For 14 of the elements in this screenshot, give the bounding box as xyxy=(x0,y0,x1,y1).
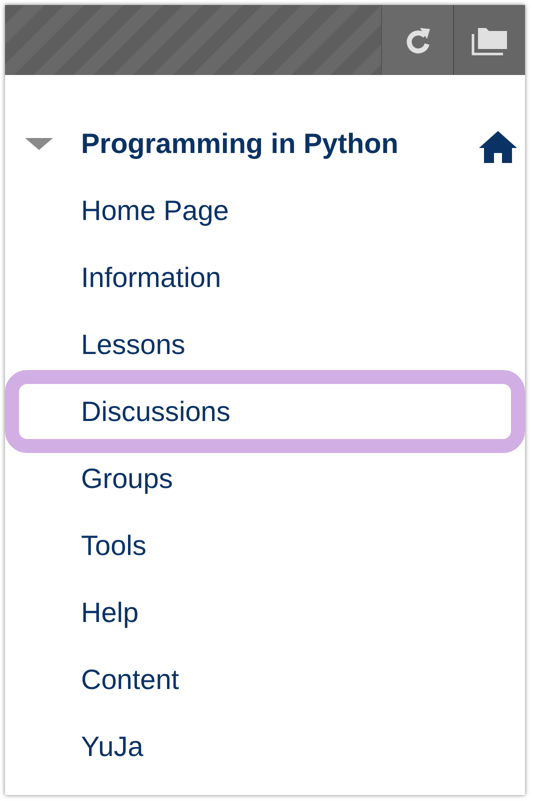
refresh-button[interactable] xyxy=(381,5,453,75)
menu-link[interactable]: Help xyxy=(81,596,139,630)
menu-link[interactable]: Discussions xyxy=(5,370,525,453)
menu-link[interactable]: Tools xyxy=(81,528,146,562)
menu-link[interactable]: Groups xyxy=(81,462,173,496)
folder-button[interactable] xyxy=(453,5,525,75)
menu-link[interactable]: Information xyxy=(81,260,222,294)
menu-link[interactable]: Home Page xyxy=(81,194,229,228)
home-icon[interactable] xyxy=(479,130,517,162)
course-title[interactable]: Programming in Python xyxy=(81,122,398,164)
menu-link[interactable]: YuJa xyxy=(81,730,144,764)
collapse-triangle-icon[interactable] xyxy=(25,138,53,150)
menu-link[interactable]: Lessons xyxy=(81,328,186,362)
menu-link[interactable]: Content xyxy=(81,662,180,696)
